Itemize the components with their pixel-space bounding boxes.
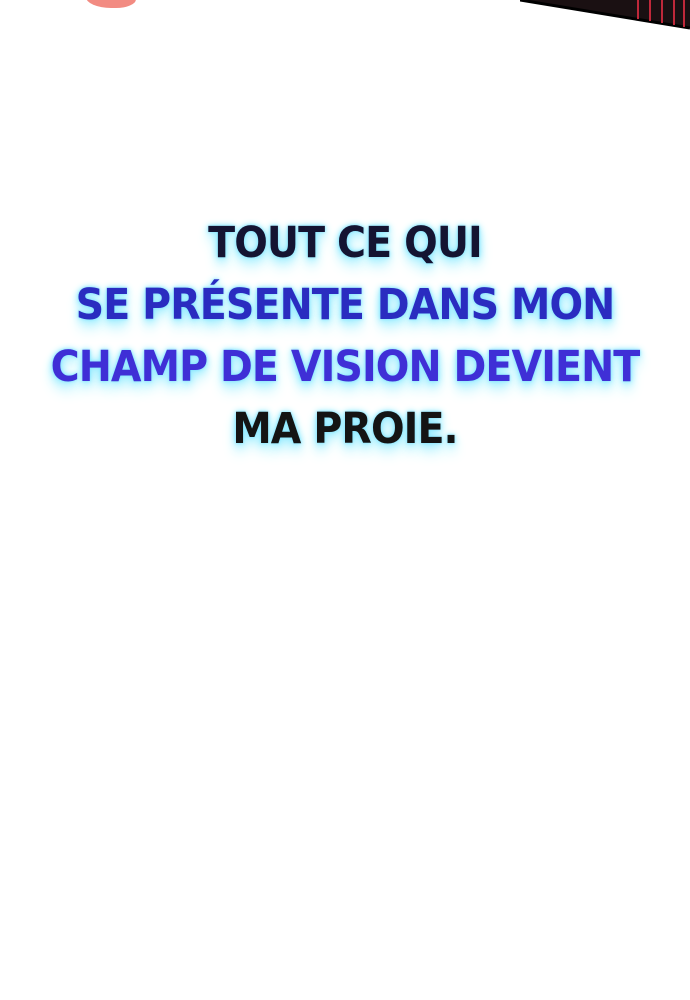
narration-caption: TOUT CE QUI SE PRÉSENTE DANS MON CHAMP D…	[28, 212, 663, 460]
comic-panel: TOUT CE QUI SE PRÉSENTE DANS MON CHAMP D…	[0, 0, 690, 1000]
caption-line-2: SE PRÉSENTE DANS MON	[75, 280, 616, 330]
pink-shape-fragment	[86, 0, 136, 8]
caption-line-3: CHAMP DE VISION DEVIENT	[50, 342, 641, 392]
caption-line-4: MA PROIE.	[232, 404, 458, 454]
caption-line-1: TOUT CE QUI	[208, 218, 483, 268]
dark-panel-corner	[520, 0, 690, 30]
